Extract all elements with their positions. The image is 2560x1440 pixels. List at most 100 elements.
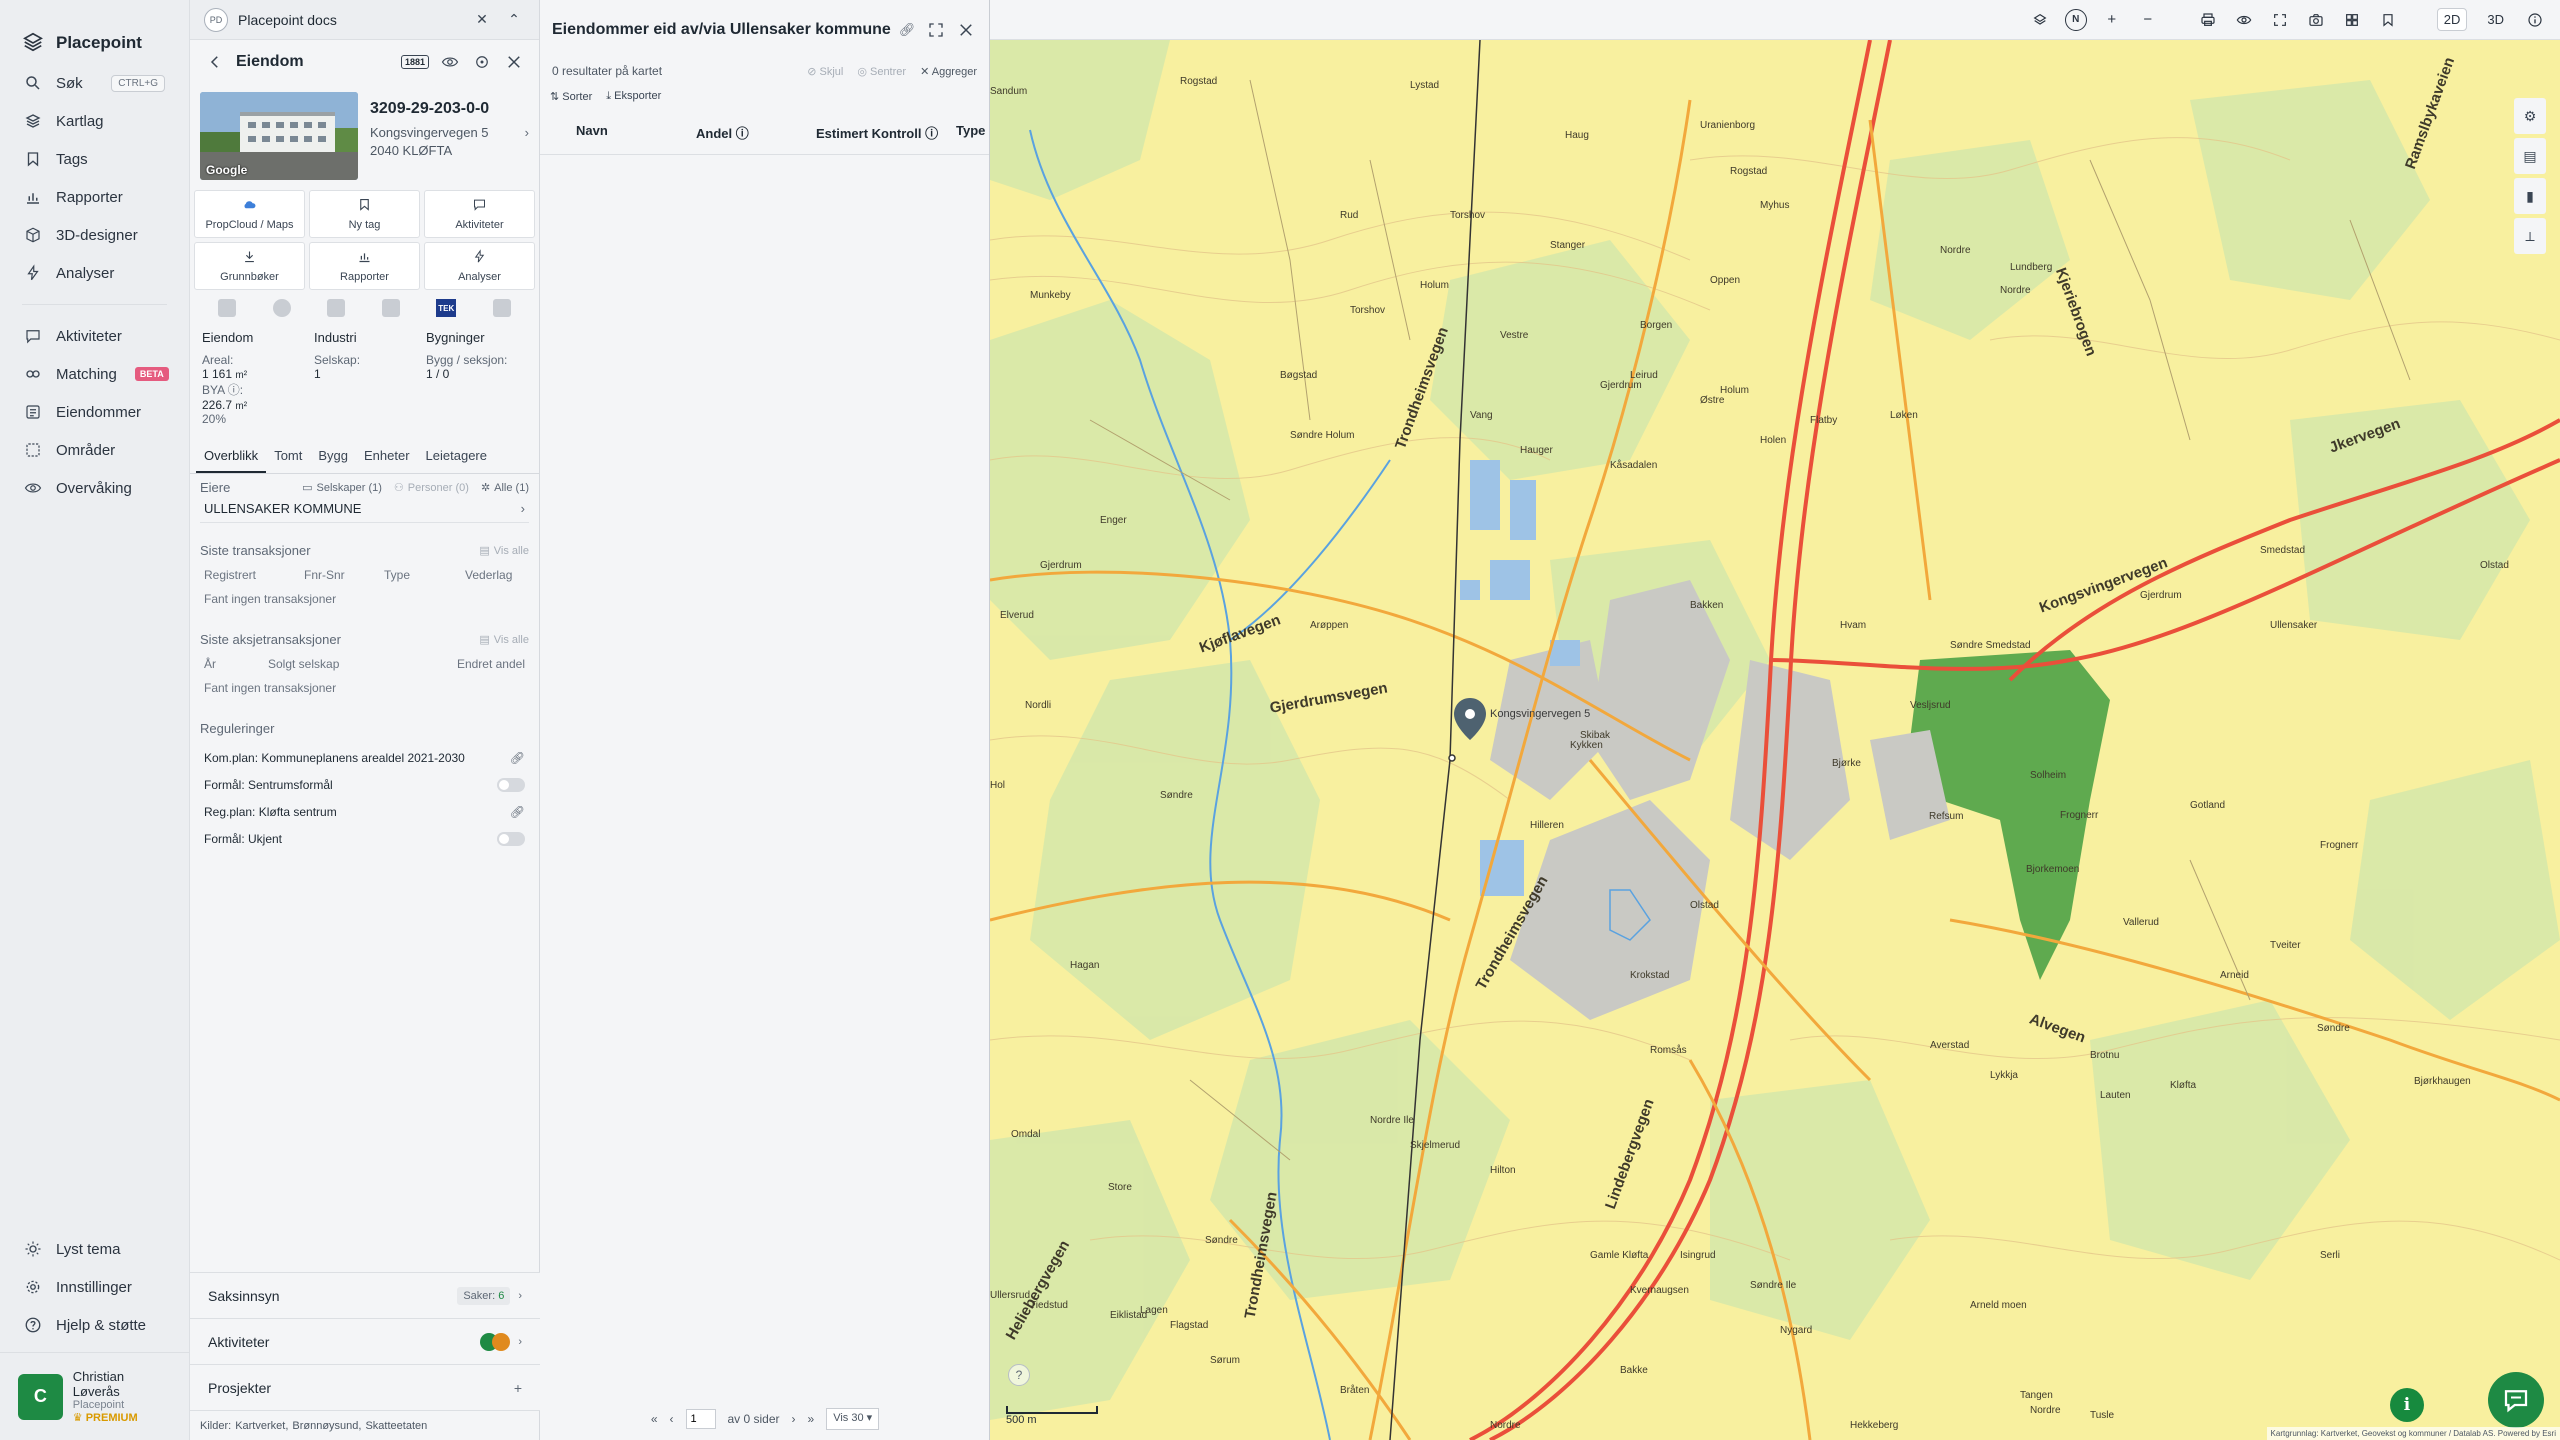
tab-leietagere[interactable]: Leietagere <box>418 440 495 473</box>
nav-item-sok[interactable]: Søk CTRL+G <box>0 64 189 102</box>
nav-item-matching[interactable]: Matching BETA <box>0 355 189 393</box>
plant-source-icon[interactable] <box>327 299 346 317</box>
link-icon[interactable]: 🔗︎ <box>510 805 525 819</box>
fullscreen-icon[interactable] <box>925 19 947 41</box>
saksinnsyn-row[interactable]: Saksinnsyn Saker: 6 › <box>190 1272 540 1318</box>
next-page-icon[interactable]: › <box>792 1412 796 1426</box>
nav-item-eiendommer[interactable]: Eiendommer <box>0 393 189 431</box>
propcloud-button[interactable]: PropCloud / Maps <box>194 190 305 238</box>
nav-item-kartlag[interactable]: Kartlag <box>0 102 189 140</box>
camera-icon[interactable] <box>2305 9 2327 31</box>
statistics-icon[interactable]: ▮ <box>2514 178 2546 214</box>
show-all-link[interactable]: ▤ Vis alle <box>479 544 529 558</box>
zoom-out-icon[interactable]: − <box>2137 9 2159 31</box>
tab-tomt[interactable]: Tomt <box>266 440 310 473</box>
column-header[interactable]: Estimert Kontroll ⓘ <box>816 123 956 142</box>
analyses-button[interactable]: Analyser <box>424 242 535 290</box>
compass-icon[interactable]: N <box>2064 8 2087 31</box>
home-source-icon[interactable] <box>492 299 511 317</box>
filter-persons[interactable]: ⚇ Personer (0) <box>394 481 469 495</box>
map-canvas[interactable]: Kongsvingervegen 5 Sandum Rogstad Lystad Ha… <box>990 40 2560 1440</box>
bookmark-icon[interactable] <box>2377 9 2399 31</box>
user-profile[interactable]: C Christian Løverås Placepoint ♛ PREMIUM <box>0 1352 190 1440</box>
back-icon[interactable] <box>204 51 226 73</box>
regulation-row[interactable]: Reg.plan: Kløfta sentrum 🔗︎ <box>200 798 529 825</box>
layer-toggle[interactable] <box>497 831 525 846</box>
street-view-photo[interactable]: Google <box>200 92 358 180</box>
support-chat-button[interactable] <box>2488 1372 2544 1428</box>
owner-row[interactable]: ULLENSAKER KOMMUNE › <box>200 495 529 523</box>
link-icon[interactable]: 🔗︎ <box>899 22 916 38</box>
source-link[interactable]: Kartverket, <box>235 1420 288 1432</box>
nav-item-omrader[interactable]: Områder <box>0 431 189 469</box>
target-icon[interactable] <box>471 51 493 73</box>
tab-overblikk[interactable]: Overblikk <box>196 440 267 473</box>
aggregate-button[interactable]: ✕ Aggreger <box>920 65 977 78</box>
regulation-row[interactable]: Kom.plan: Kommuneplanens arealdel 2021-2… <box>200 744 529 771</box>
globe-source-icon[interactable] <box>272 299 291 317</box>
eye-icon[interactable] <box>2233 9 2255 31</box>
column-header[interactable]: Andel ⓘ <box>696 123 816 142</box>
layers-stack-icon[interactable] <box>2029 9 2051 31</box>
link-icon[interactable]: 🔗︎ <box>510 751 525 765</box>
tab-enheter[interactable]: Enheter <box>356 440 418 473</box>
nav-item-rapporter[interactable]: Rapporter <box>0 178 189 216</box>
tek-source-icon[interactable]: TEK <box>436 299 457 317</box>
nav-item-hjelp[interactable]: Hjelp & støtte <box>0 1306 190 1344</box>
last-page-icon[interactable]: » <box>808 1412 815 1426</box>
map-help-icon[interactable]: ? <box>1008 1364 1030 1386</box>
nav-item-tags[interactable]: Tags <box>0 140 189 178</box>
add-icon[interactable]: + <box>514 1380 522 1396</box>
column-header[interactable]: Type <box>956 123 985 142</box>
land-registry-button[interactable]: Grunnbøker <box>194 242 305 290</box>
column-header[interactable]: Navn <box>576 123 696 142</box>
grid-icon[interactable] <box>2341 9 2363 31</box>
prosjekter-row[interactable]: Prosjekter + <box>190 1364 540 1410</box>
regulation-row[interactable]: Formål: Sentrumsformål <box>200 771 529 798</box>
info-button[interactable]: i <box>2390 1388 2424 1422</box>
close-icon[interactable] <box>955 19 977 41</box>
prev-page-icon[interactable]: ‹ <box>670 1412 674 1426</box>
nav-item-aktiviteter[interactable]: Aktiviteter <box>0 317 189 355</box>
page-input[interactable] <box>685 1409 716 1429</box>
new-tag-button[interactable]: Ny tag <box>309 190 420 238</box>
filter-companies[interactable]: ▭ Selskaper (1) <box>302 481 382 495</box>
sort-button[interactable]: ⇅ Sorter <box>550 90 592 103</box>
reports-button[interactable]: Rapporter <box>309 242 420 290</box>
city-source-icon[interactable] <box>381 299 400 317</box>
mode-3d-button[interactable]: 3D <box>2481 9 2510 30</box>
layer-settings-icon[interactable]: ⚙ <box>2514 98 2546 134</box>
property-summary[interactable]: Google 3209-29-203-0-0 Kongsvingervegen … <box>190 84 539 190</box>
tab-bygg[interactable]: Bygg <box>310 440 356 473</box>
close-panel-icon[interactable] <box>503 51 525 73</box>
nav-item-3d-designer[interactable]: 3D-designer <box>0 216 189 254</box>
eye-icon[interactable] <box>439 51 461 73</box>
tag-1881-icon[interactable]: 1881 <box>400 55 429 69</box>
fullscreen-icon[interactable] <box>2269 9 2291 31</box>
activities-button[interactable]: Aktiviteter <box>424 190 535 238</box>
nav-item-lyst-tema[interactable]: Lyst tema <box>0 1230 190 1268</box>
first-page-icon[interactable]: « <box>651 1412 658 1426</box>
regulation-row[interactable]: Formål: Ukjent <box>200 825 529 852</box>
source-link[interactable]: Brønnøysund, <box>292 1420 361 1432</box>
source-link[interactable]: Skatteetaten <box>365 1420 427 1432</box>
layer-toggle[interactable] <box>497 777 525 792</box>
nav-item-analyser[interactable]: Analyser <box>0 254 189 292</box>
expand-collapse-icon[interactable]: ⌃ <box>503 9 525 31</box>
nav-item-overvaking[interactable]: Overvåking <box>0 469 189 507</box>
show-all-link[interactable]: ▤ Vis alle <box>479 633 529 647</box>
measure-icon[interactable]: ⟂ <box>2514 218 2546 254</box>
center-button[interactable]: ◎ Sentrer <box>857 65 906 78</box>
aktiviteter-row[interactable]: Aktiviteter › <box>190 1318 540 1364</box>
zoom-in-icon[interactable]: + <box>2101 9 2123 31</box>
mode-2d-button[interactable]: 2D <box>2436 8 2468 31</box>
legend-icon[interactable]: ▤ <box>2514 138 2546 174</box>
document-tab[interactable]: PD Placepoint docs ✕ ⌃ <box>190 0 539 40</box>
per-page-select[interactable]: Vis 30 ▾ <box>826 1408 880 1430</box>
info-icon[interactable] <box>2524 9 2546 31</box>
brand[interactable]: Placepoint <box>0 0 189 64</box>
hide-button[interactable]: ⊘ Skjul <box>807 65 843 78</box>
filter-all[interactable]: ✲ Alle (1) <box>481 481 529 495</box>
export-button[interactable]: ⤓ Eksporter <box>606 90 661 103</box>
nav-item-innstillinger[interactable]: Innstillinger <box>0 1268 190 1306</box>
